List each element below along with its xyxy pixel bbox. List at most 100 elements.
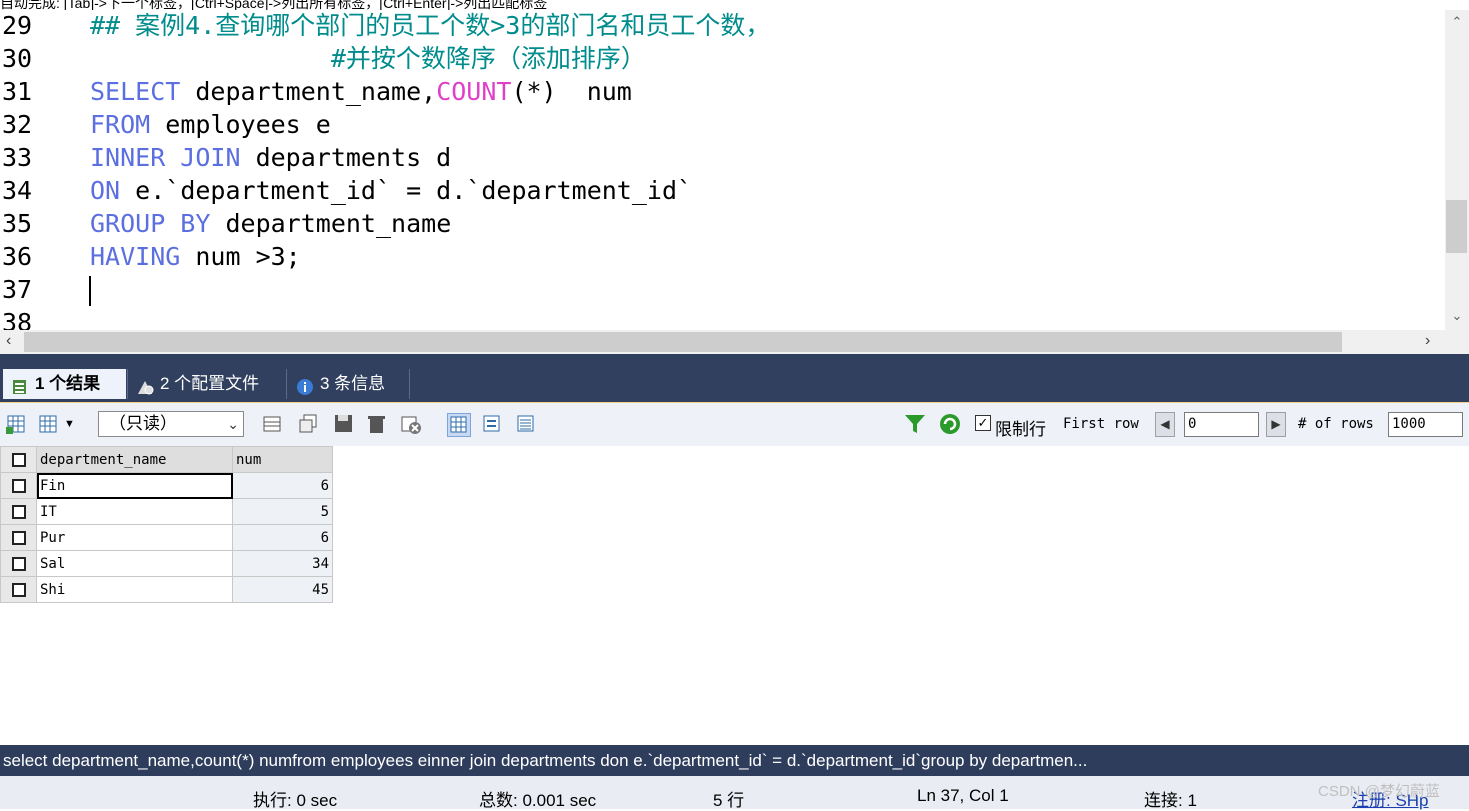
tab-results[interactable]: 1 个结果 bbox=[3, 369, 126, 399]
cell-department-name[interactable]: Fin bbox=[36, 472, 233, 499]
editor-vertical-scrollbar[interactable]: ⌃ ⌄ bbox=[1445, 10, 1469, 330]
scrollbar-thumb[interactable] bbox=[1446, 200, 1467, 253]
row-count: 5 行 bbox=[713, 791, 745, 810]
cell-department-name[interactable]: Pur bbox=[36, 524, 233, 551]
row-checkbox[interactable] bbox=[0, 576, 37, 603]
row-checkbox[interactable] bbox=[0, 472, 37, 499]
code-token: num >3; bbox=[180, 242, 301, 271]
code-token: employees e bbox=[150, 110, 331, 139]
cursor-position: Ln 37, Col 1 bbox=[917, 786, 1009, 805]
scroll-left-icon[interactable]: ‹ bbox=[6, 332, 11, 350]
line-number: 36 bbox=[2, 242, 33, 271]
first-row-input[interactable]: 0 bbox=[1184, 412, 1259, 437]
line-number: 37 bbox=[2, 275, 33, 304]
row-checkbox[interactable] bbox=[0, 498, 37, 525]
line-number-gutter: 29 30 31 32 33 34 35 36 37 38 bbox=[0, 10, 67, 330]
limit-rows-checkbox[interactable]: ✓ bbox=[975, 415, 991, 431]
text-view-icon[interactable] bbox=[515, 413, 537, 435]
cell-num[interactable]: 5 bbox=[232, 498, 333, 525]
checkbox-icon bbox=[11, 452, 26, 467]
tab-label: 2 个配置文件 bbox=[160, 374, 260, 393]
line-number: 33 bbox=[2, 143, 33, 172]
code-token: FROM bbox=[90, 110, 151, 139]
filter-icon[interactable] bbox=[904, 413, 926, 435]
select-all-checkbox[interactable] bbox=[0, 446, 37, 473]
status-bar: 执行: 0 sec 总数: 0.001 sec 5 行 Ln 37, Col 1… bbox=[0, 776, 1469, 810]
code-token: department_name, bbox=[180, 77, 437, 106]
scroll-up-icon[interactable]: ⌃ bbox=[1445, 14, 1469, 30]
column-header-num[interactable]: num bbox=[232, 446, 333, 473]
result-mode-select[interactable]: （只读） ⌄ bbox=[98, 411, 244, 437]
cell-department-name[interactable]: Sal bbox=[36, 550, 233, 577]
table-row[interactable]: Shi 45 bbox=[0, 576, 333, 603]
code-line[interactable]: #并按个数降序（添加排序） bbox=[90, 42, 646, 75]
tab-divider bbox=[286, 369, 287, 399]
tab-label: 1 个结果 bbox=[35, 374, 101, 393]
chevron-down-icon[interactable]: ▼ bbox=[64, 413, 78, 435]
code-line[interactable]: SELECT department_name,COUNT(*) num bbox=[90, 75, 632, 108]
line-number: 30 bbox=[2, 44, 33, 73]
tab-profiles[interactable]: 2 个配置文件 bbox=[128, 369, 286, 399]
results-toolbar: ▼ （只读） ⌄ ✓ 限制行 First row ◀ 0 ▶ # of rows … bbox=[0, 402, 1469, 447]
code-token: ## 案例4.查询哪个部门的员工个数>3的部门名和员工个数， bbox=[90, 11, 771, 40]
column-header-department-name[interactable]: department_name bbox=[36, 446, 233, 473]
tab-messages[interactable]: 3 条信息 bbox=[288, 369, 411, 399]
scroll-corner bbox=[1445, 330, 1469, 354]
checkbox-icon bbox=[11, 582, 26, 597]
grid-export-icon[interactable] bbox=[6, 413, 28, 435]
refresh-icon[interactable] bbox=[939, 413, 961, 435]
autocomplete-hint-text: 自动完成: [Tab]->下一个标签，[Ctrl+Space]->列出所有标签，… bbox=[0, 0, 548, 10]
duplicate-row-icon[interactable] bbox=[298, 413, 320, 435]
code-line[interactable]: ## 案例4.查询哪个部门的员工个数>3的部门名和员工个数， bbox=[90, 10, 770, 42]
trash-icon[interactable] bbox=[366, 413, 388, 435]
connection-count: 连接: 1 bbox=[1144, 791, 1197, 810]
row-checkbox[interactable] bbox=[0, 550, 37, 577]
prev-page-icon[interactable]: ◀ bbox=[1155, 412, 1175, 437]
scroll-right-icon[interactable]: › bbox=[1425, 332, 1430, 350]
code-token: #并按个数降序（添加排序） bbox=[90, 44, 646, 73]
checkbox-icon bbox=[11, 530, 26, 545]
cancel-changes-icon[interactable] bbox=[400, 413, 422, 435]
code-token: INNER JOIN bbox=[90, 143, 241, 172]
cell-num[interactable]: 45 bbox=[232, 576, 333, 603]
exec-time: 执行: 0 sec bbox=[253, 791, 338, 810]
scroll-down-icon[interactable]: ⌄ bbox=[1445, 308, 1469, 324]
info-icon bbox=[296, 376, 314, 395]
sql-editor[interactable]: 29 30 31 32 33 34 35 36 37 38 ## 案例4.查询哪个部门的员工个数>… bbox=[0, 10, 1445, 330]
code-line[interactable]: GROUP BY department_name bbox=[90, 207, 451, 240]
add-row-icon[interactable] bbox=[262, 413, 284, 435]
executed-sql-preview: select department_name,count(*) numfrom … bbox=[0, 745, 1469, 776]
autocomplete-hint-bar: 自动完成: [Tab]->下一个标签，[Ctrl+Space]->列出所有标签，… bbox=[0, 0, 1469, 10]
scrollbar-thumb[interactable] bbox=[24, 332, 1342, 352]
rows-count-label: # of rows bbox=[1298, 416, 1374, 432]
cell-department-name[interactable]: IT bbox=[36, 498, 233, 525]
row-checkbox[interactable] bbox=[0, 524, 37, 551]
form-view-icon[interactable] bbox=[481, 413, 503, 435]
code-line[interactable]: FROM employees e bbox=[90, 108, 331, 141]
cell-num[interactable]: 6 bbox=[232, 524, 333, 551]
grid-view-icon[interactable] bbox=[447, 413, 471, 437]
code-line[interactable]: HAVING num >3; bbox=[90, 240, 301, 273]
limit-rows-label: 限制行 bbox=[995, 420, 1046, 439]
table-row[interactable]: IT 5 bbox=[0, 498, 333, 525]
save-icon[interactable] bbox=[333, 413, 355, 435]
table-row[interactable]: Pur 6 bbox=[0, 524, 333, 551]
code-token: GROUP BY bbox=[90, 209, 211, 238]
cell-num[interactable]: 34 bbox=[232, 550, 333, 577]
code-line[interactable]: INNER JOIN departments d bbox=[90, 141, 451, 174]
code-line[interactable]: ON e.`department_id` = d.`department_id` bbox=[90, 174, 692, 207]
next-page-icon[interactable]: ▶ bbox=[1266, 412, 1286, 437]
rows-count-input[interactable]: 1000 bbox=[1388, 412, 1463, 437]
table-row[interactable]: Sal 34 bbox=[0, 550, 333, 577]
cell-department-name[interactable]: Shi bbox=[36, 576, 233, 603]
code-token: (*) num bbox=[511, 77, 632, 106]
code-token: departments d bbox=[240, 143, 452, 172]
total-time: 总数: 0.001 sec bbox=[479, 791, 597, 810]
checkbox-icon bbox=[11, 556, 26, 571]
editor-horizontal-scrollbar[interactable]: ‹ › bbox=[0, 330, 1445, 354]
table-row[interactable]: Fin 6 bbox=[0, 472, 333, 499]
grid-options-icon[interactable] bbox=[38, 413, 60, 435]
line-number: 31 bbox=[2, 77, 33, 106]
line-number: 29 bbox=[2, 11, 33, 40]
cell-num[interactable]: 6 bbox=[232, 472, 333, 499]
